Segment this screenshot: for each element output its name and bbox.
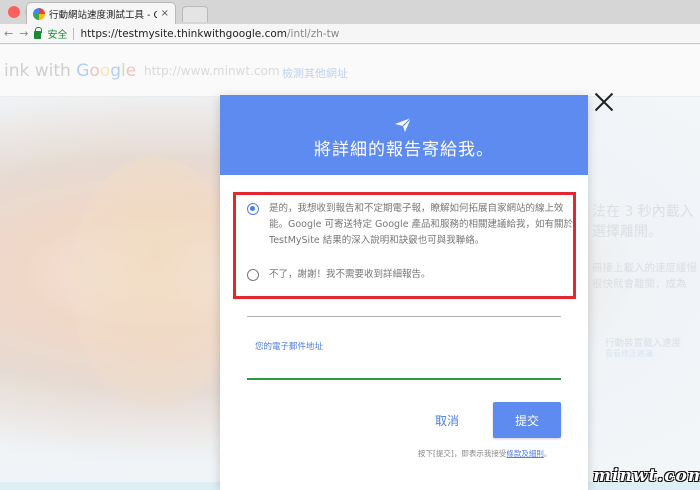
divider: [247, 316, 561, 317]
url-host: https://testmysite.thinkwithgoogle.com: [80, 27, 288, 40]
new-tab-button[interactable]: [182, 6, 208, 22]
address-bar: ← → 安全 https://testmysite.thinkwithgoogl…: [0, 24, 700, 44]
footnote-suffix: 。: [543, 449, 552, 458]
google-favicon-icon: [33, 7, 45, 20]
address-separator: [73, 27, 75, 40]
close-icon[interactable]: [593, 91, 615, 113]
radio-yes[interactable]: [247, 203, 259, 215]
footnote-prefix: 按下[提交]，即表示我接受: [418, 449, 507, 458]
option-no[interactable]: 不了，謝謝！我不需要收到詳細報告。: [247, 267, 574, 283]
secure-label: 安全: [47, 30, 68, 41]
submit-button[interactable]: 提交: [493, 402, 561, 438]
email-field[interactable]: [247, 353, 561, 379]
back-arrow-icon[interactable]: ←: [4, 27, 13, 40]
email-report-dialog: 將詳細的報告寄給我。 是的，我想收到報告和不定期電子報，瞭解如何拓展自家網站的線…: [220, 95, 588, 490]
email-label: 您的電子郵件地址: [255, 342, 324, 352]
lock-icon: [34, 27, 43, 39]
terms-footnote: 按下[提交]，即表示我接受條款及細則。: [418, 448, 551, 459]
email-underline: [247, 378, 561, 380]
url-field[interactable]: https://testmysite.thinkwithgoogle.com/i…: [80, 28, 339, 40]
option-yes-label: 是的，我想收到報告和不定期電子報，瞭解如何拓展自家網站的線上效能。Google …: [269, 203, 574, 246]
forward-arrow-icon[interactable]: →: [19, 27, 28, 40]
dialog-title: 將詳細的報告寄給我。: [314, 140, 494, 160]
send-icon: [395, 117, 412, 132]
browser-tab-bar: 行動網站速度測試工具 - Google ×: [0, 0, 700, 24]
radio-no[interactable]: [247, 269, 259, 281]
url-path: /intl/zh-tw: [287, 27, 340, 40]
dialog-header: 將詳細的報告寄給我。: [220, 95, 588, 175]
window-close-dot[interactable]: [8, 6, 20, 18]
watermark: minwt.com: [593, 466, 700, 486]
browser-tab[interactable]: 行動網站速度測試工具 - Google ×: [26, 2, 176, 24]
cancel-button[interactable]: 取消: [417, 402, 477, 438]
option-no-label: 不了，謝謝！我不需要收到詳細報告。: [269, 269, 431, 280]
tab-close-icon[interactable]: ×: [161, 8, 169, 19]
tab-title: 行動網站速度測試工具 - Google: [49, 9, 157, 21]
option-yes[interactable]: 是的，我想收到報告和不定期電子報，瞭解如何拓展自家網站的線上效能。Google …: [247, 201, 574, 249]
terms-link[interactable]: 條款及細則: [506, 449, 544, 458]
